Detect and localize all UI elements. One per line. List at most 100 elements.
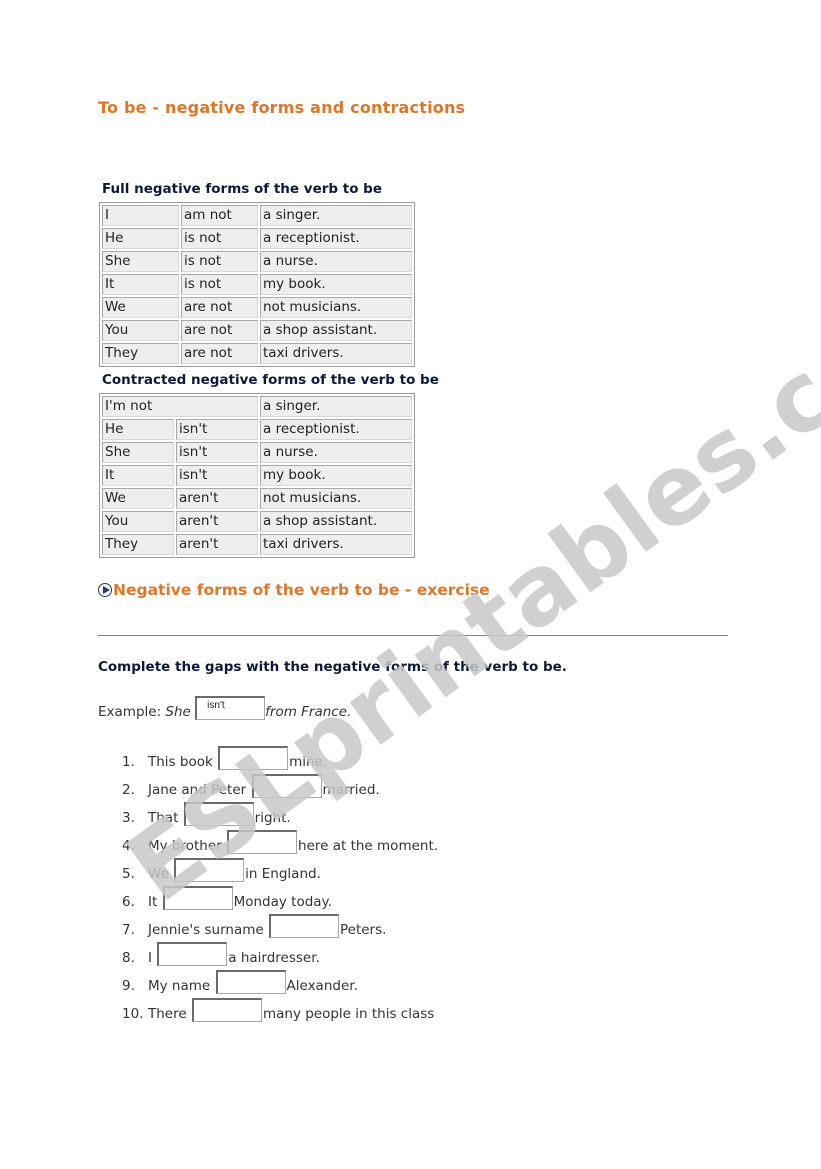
example-sentence: Example: She isn't from France. [98, 696, 351, 720]
answer-input[interactable] [183, 802, 254, 826]
table-cell: are not [181, 297, 258, 318]
answer-input[interactable] [215, 970, 286, 994]
table-cell: a nurse. [260, 251, 412, 272]
answer-input[interactable] [227, 830, 298, 854]
table-row: He is not a receptionist. [102, 228, 412, 249]
table-cell: aren't [176, 488, 258, 509]
table-cell: aren't [176, 534, 258, 555]
item-text-after: in England. [245, 866, 321, 882]
table-row: It is not my book. [102, 274, 412, 295]
item-text-before: It [148, 894, 158, 910]
answer-input[interactable] [174, 858, 245, 882]
table-cell: It [102, 274, 179, 295]
item-text-after: here at the moment. [298, 838, 439, 854]
table-cell: is not [181, 274, 258, 295]
table-row: She is not a nurse. [102, 251, 412, 272]
contracted-table-caption: Contracted negative forms of the verb to… [102, 372, 439, 388]
table-row: We aren't not musicians. [102, 488, 412, 509]
item-text-after: right. [254, 810, 291, 826]
item-number: 8. [122, 950, 135, 966]
contracted-negative-table: I'm not a singer. He isn't a receptionist.… [99, 393, 415, 558]
item-number: 10. [122, 1006, 144, 1022]
item-text-after: mine. [289, 754, 328, 770]
item-text-before: We [148, 866, 169, 882]
item-text-after: Alexander. [286, 978, 358, 994]
table-cell: taxi drivers. [260, 534, 412, 555]
example-rest: from France. [265, 704, 352, 720]
table-cell: isn't [176, 419, 258, 440]
exercise-item: 1. This book mine. [122, 742, 438, 770]
exercise-item: 6. It Monday today. [122, 882, 438, 910]
table-cell: am not [181, 205, 258, 226]
table-cell: He [102, 419, 174, 440]
item-text-before: Jane and Peter [148, 782, 247, 798]
item-text-before: There [148, 1006, 187, 1022]
table-cell: We [102, 488, 174, 509]
table-cell: I'm not [102, 396, 258, 417]
answer-input[interactable] [162, 886, 233, 910]
table-cell: are not [181, 320, 258, 341]
table-cell: a shop assistant. [260, 320, 412, 341]
table-cell: He [102, 228, 179, 249]
item-text-after: married. [322, 782, 380, 798]
table-cell: I [102, 205, 179, 226]
item-text-before: Jennie's surname [148, 922, 264, 938]
example-subject: She [165, 704, 191, 720]
answer-input[interactable] [218, 746, 289, 770]
answer-input[interactable] [268, 914, 339, 938]
table-cell: a singer. [260, 205, 412, 226]
table-row: They aren't taxi drivers. [102, 534, 412, 555]
exercise-item: 10. There many people in this class [122, 994, 438, 1022]
divider [98, 635, 728, 636]
answer-input[interactable] [157, 942, 228, 966]
table-cell: not musicians. [260, 488, 412, 509]
table-row: You aren't a shop assistant. [102, 511, 412, 532]
table-cell: a receptionist. [260, 228, 412, 249]
exercise-title-text: Negative forms of the verb to be - exerc… [113, 581, 490, 599]
table-cell: taxi drivers. [260, 343, 412, 364]
exercise-item: 2. Jane and Peter married. [122, 770, 438, 798]
table-cell: They [102, 343, 179, 364]
table-cell: my book. [260, 274, 412, 295]
item-text-before: My name [148, 978, 211, 994]
table-cell: isn't [176, 465, 258, 486]
table-cell: not musicians. [260, 297, 412, 318]
table-cell: You [102, 320, 179, 341]
table-cell: a shop assistant. [260, 511, 412, 532]
table-cell: are not [181, 343, 258, 364]
full-negative-table: Iam not a singer. He is not a receptionist. S… [99, 202, 415, 367]
exercise-item: 7. Jennie's surname Peters. [122, 910, 438, 938]
table-row: They are not taxi drivers. [102, 343, 412, 364]
example-label: Example: [98, 704, 162, 720]
item-text-before: My brother [148, 838, 222, 854]
item-text-before: This book [148, 754, 213, 770]
exercise-title[interactable]: Negative forms of the verb to be - exerc… [98, 581, 490, 599]
item-text-after: many people in this class [262, 1006, 435, 1022]
table-cell: It [102, 465, 174, 486]
item-number: 2. [122, 782, 135, 798]
table-cell: She [102, 442, 174, 463]
table-row: I'm not a singer. [102, 396, 412, 417]
play-circle-icon [98, 583, 112, 597]
item-number: 4. [122, 838, 135, 854]
table-row: She isn't a nurse. [102, 442, 412, 463]
exercise-list: 1. This book mine. 2. Jane and Peter marrie… [122, 742, 438, 1022]
exercise-instruction: Complete the gaps with the negative form… [98, 659, 567, 675]
answer-input[interactable] [251, 774, 322, 798]
table-cell: isn't [176, 442, 258, 463]
exercise-item: 5. We in England. [122, 854, 438, 882]
table-cell: aren't [176, 511, 258, 532]
table-cell: is not [181, 228, 258, 249]
answer-input[interactable] [191, 998, 262, 1022]
item-number: 1. [122, 754, 135, 770]
item-number: 3. [122, 810, 135, 826]
item-number: 5. [122, 866, 135, 882]
full-table-caption: Full negative forms of the verb to be [102, 181, 382, 197]
table-row: He isn't a receptionist. [102, 419, 412, 440]
table-cell: a receptionist. [260, 419, 412, 440]
table-cell: They [102, 534, 174, 555]
exercise-item: 8. I a hairdresser. [122, 938, 438, 966]
item-text-after: a hairdresser. [228, 950, 320, 966]
table-row: We are not not musicians. [102, 297, 412, 318]
table-cell: We [102, 297, 179, 318]
